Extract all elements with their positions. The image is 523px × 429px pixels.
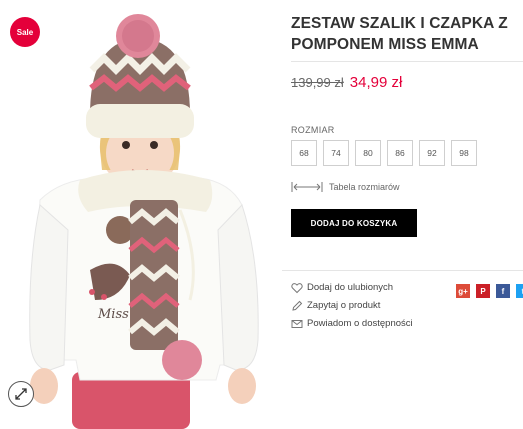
size-option[interactable]: 98 [451,140,477,166]
size-option[interactable]: 92 [419,140,445,166]
product-details: ZESTAW SZALIK I CZAPKA Z POMPONEM MISS E… [282,0,523,429]
heart-icon [291,283,303,294]
sale-price: 34,99 zł [349,74,403,91]
zoom-button[interactable] [8,381,34,407]
notify-availability-link[interactable]: Powiadom o dostępności [291,317,441,330]
ask-label: Zapytaj o produkt [307,300,381,311]
twitter-icon[interactable]: t [516,284,523,298]
divider [291,61,523,62]
sale-badge: Sale [10,17,40,47]
product-actions: Dodaj do ulubionych Zapytaj o produkt Po… [291,281,441,335]
pinterest-icon[interactable]: P [476,284,490,298]
svg-text:Miss: Miss [97,307,129,322]
expand-arrows-icon [15,388,27,400]
old-price: 139,99 zł [291,75,344,90]
size-option[interactable]: 68 [291,140,317,166]
size-label: ROZMIAR [291,125,335,135]
social-share: g+ P f t [456,284,523,298]
envelope-icon [291,320,303,328]
ask-about-product-link[interactable]: Zapytaj o produkt [291,299,441,312]
favorites-label: Dodaj do ulubionych [307,282,394,293]
facebook-icon[interactable]: f [496,284,510,298]
size-option[interactable]: 86 [387,140,413,166]
add-to-cart-button[interactable]: DODAJ DO KOSZYKA [291,209,417,237]
size-table-label: Tabela rozmiarów [329,182,400,192]
divider [282,270,523,271]
product-image-area: Sale Miss [0,0,270,429]
product-title: ZESTAW SZALIK I CZAPKA Z POMPONEM MISS E… [291,15,508,53]
price-row: 139,99 zł 34,99 zł [291,74,402,91]
pencil-icon [292,300,303,311]
size-option[interactable]: 74 [323,140,349,166]
product-photo[interactable]: Miss [20,0,265,429]
add-to-favorites-link[interactable]: Dodaj do ulubionych [291,281,441,294]
size-table-link[interactable]: Tabela rozmiarów [291,181,400,193]
ruler-arrows-icon [291,182,323,192]
size-option[interactable]: 80 [355,140,381,166]
notify-label: Powiadom o dostępności [307,318,413,329]
size-options: 68 74 80 86 92 98 [291,140,477,166]
google-plus-icon[interactable]: g+ [456,284,470,298]
